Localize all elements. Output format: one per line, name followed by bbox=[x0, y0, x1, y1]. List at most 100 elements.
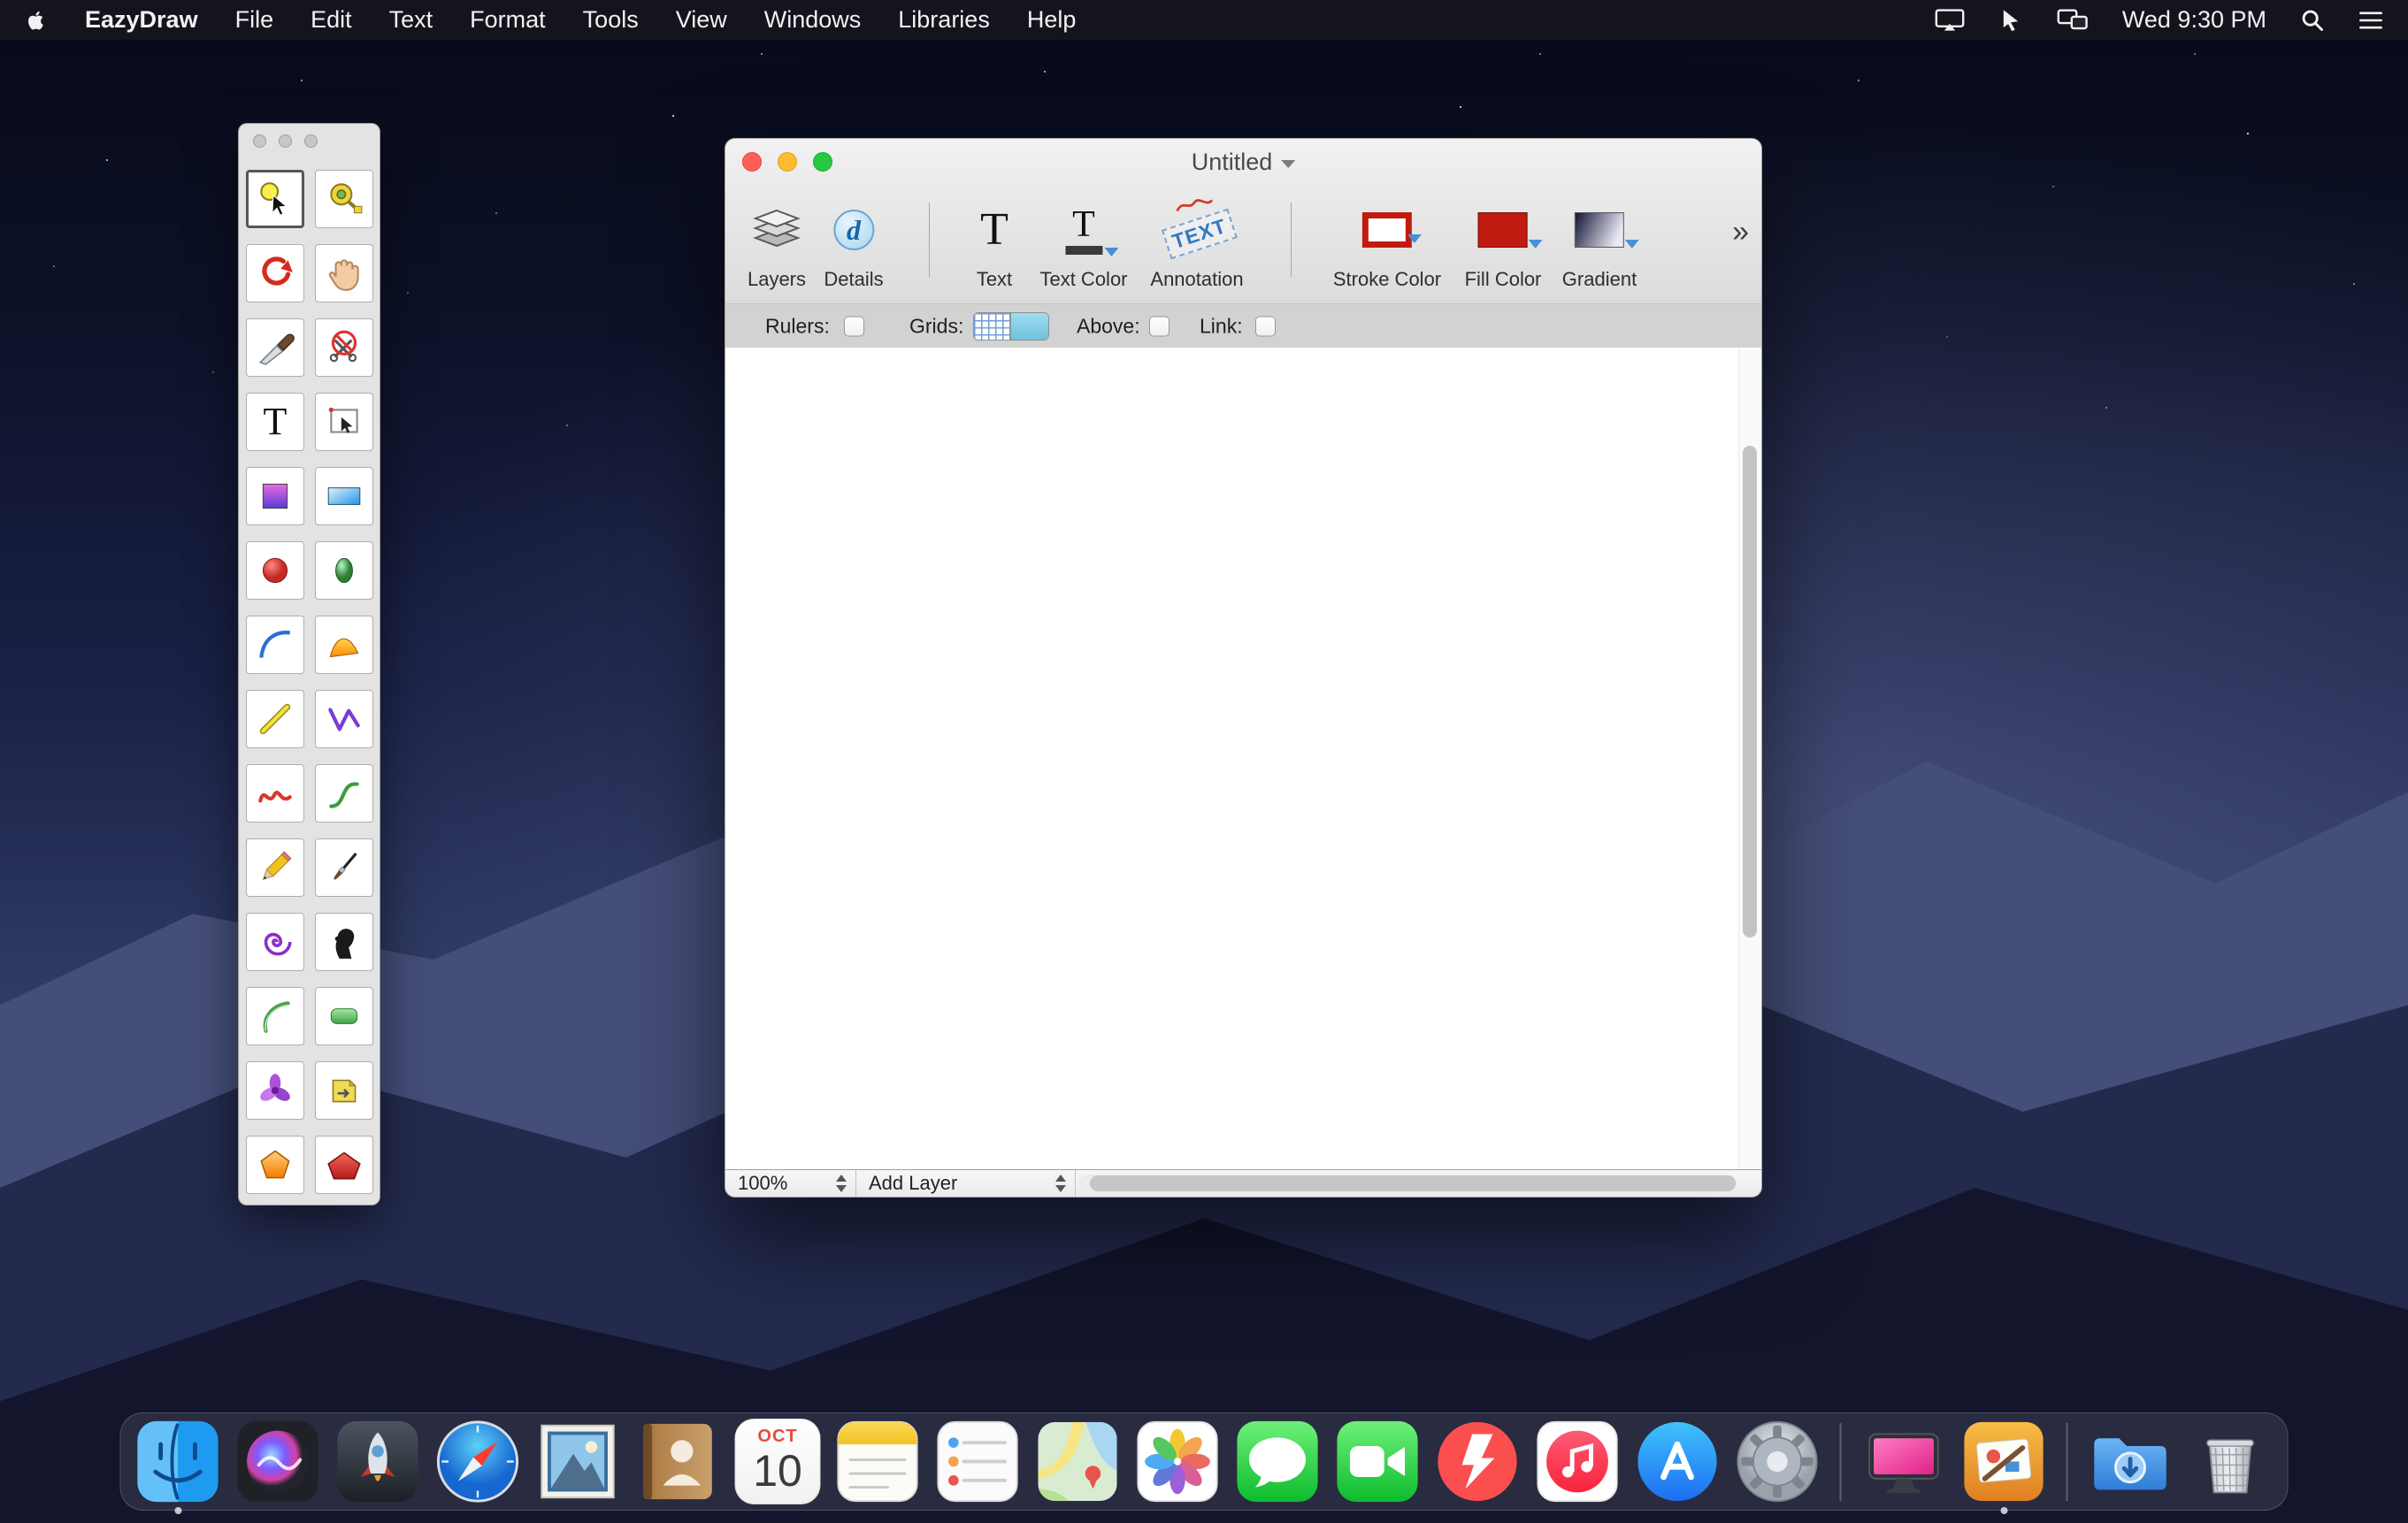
tool-arc[interactable] bbox=[246, 616, 304, 674]
menu-app-name[interactable]: EazyDraw bbox=[85, 6, 198, 34]
drawing-canvas[interactable] bbox=[725, 348, 1738, 1169]
menu-text[interactable]: Text bbox=[389, 6, 433, 34]
tool-line[interactable] bbox=[246, 690, 304, 748]
tool-ellipse[interactable] bbox=[315, 541, 373, 600]
tool-brush[interactable] bbox=[315, 838, 373, 897]
toolbar-overflow-button[interactable]: » bbox=[1732, 215, 1749, 249]
fill-color-chevron-icon[interactable] bbox=[1529, 240, 1543, 249]
palette-close-button[interactable] bbox=[253, 134, 266, 148]
menu-view[interactable]: View bbox=[676, 6, 727, 34]
fill-color-well[interactable] bbox=[1478, 212, 1528, 248]
apple-menu-icon[interactable] bbox=[25, 7, 48, 34]
close-button[interactable] bbox=[742, 152, 762, 172]
safari-dock-icon[interactable] bbox=[435, 1419, 521, 1504]
tool-square[interactable] bbox=[246, 467, 304, 525]
menu-file[interactable]: File bbox=[235, 6, 274, 34]
rulers-checkbox[interactable] bbox=[844, 316, 864, 336]
zoom-control[interactable]: 100% bbox=[725, 1170, 856, 1197]
tool-curve[interactable] bbox=[315, 764, 373, 823]
minimize-button[interactable] bbox=[778, 152, 797, 172]
facetime-dock-icon[interactable] bbox=[1335, 1419, 1421, 1504]
zoom-stepper[interactable] bbox=[836, 1175, 847, 1192]
tool-rotate[interactable] bbox=[246, 244, 304, 302]
vertical-scrollbar[interactable] bbox=[1738, 348, 1761, 1169]
reminders-dock-icon[interactable] bbox=[935, 1419, 1021, 1504]
screen-mirroring-icon[interactable] bbox=[1935, 8, 1965, 32]
fill-color-button[interactable]: Fill Color bbox=[1465, 192, 1542, 291]
tool-polygon[interactable] bbox=[315, 1136, 373, 1194]
music-dock-icon[interactable] bbox=[1535, 1419, 1621, 1504]
finder-dock-icon[interactable] bbox=[135, 1419, 221, 1504]
palette-minimize-button[interactable] bbox=[279, 134, 292, 148]
menu-help[interactable]: Help bbox=[1027, 6, 1077, 34]
maps-dock-icon[interactable] bbox=[1035, 1419, 1121, 1504]
gradient-chevron-icon[interactable] bbox=[1625, 240, 1639, 249]
display-dock-icon[interactable] bbox=[1861, 1419, 1947, 1504]
tool-pinwheel[interactable] bbox=[246, 1061, 304, 1120]
gradient-well[interactable] bbox=[1575, 212, 1624, 248]
app-store-dock-icon[interactable] bbox=[1635, 1419, 1721, 1504]
gradient-button[interactable]: Gradient bbox=[1562, 192, 1637, 291]
tool-select[interactable] bbox=[246, 170, 304, 228]
menu-format[interactable]: Format bbox=[470, 6, 546, 34]
news-dock-icon[interactable] bbox=[1435, 1419, 1521, 1504]
messages-dock-icon[interactable] bbox=[1235, 1419, 1321, 1504]
trash-dock-icon[interactable] bbox=[2188, 1419, 2274, 1504]
launchpad-dock-icon[interactable] bbox=[335, 1419, 421, 1504]
pointer-status-icon[interactable] bbox=[1998, 8, 2023, 33]
stroke-color-chevron-icon[interactable] bbox=[1407, 234, 1422, 243]
fullscreen-button[interactable] bbox=[813, 152, 832, 172]
tool-spiral[interactable] bbox=[246, 913, 304, 971]
menubar-clock[interactable]: Wed 9:30 PM bbox=[2122, 6, 2266, 34]
horizontal-scrollbar-thumb[interactable] bbox=[1090, 1175, 1736, 1191]
tool-pan[interactable] bbox=[315, 244, 373, 302]
details-button[interactable]: d Details bbox=[824, 192, 883, 291]
palette-zoom-button[interactable] bbox=[304, 134, 318, 148]
palette-titlebar[interactable] bbox=[253, 134, 318, 148]
tool-wedge[interactable] bbox=[315, 616, 373, 674]
tool-fold-arrow[interactable] bbox=[315, 1061, 373, 1120]
calendar-dock-icon[interactable]: OCT 10 bbox=[735, 1419, 821, 1504]
photos-dock-icon[interactable] bbox=[1135, 1419, 1221, 1504]
menu-tools[interactable]: Tools bbox=[583, 6, 639, 34]
tool-knife[interactable] bbox=[246, 318, 304, 377]
tool-silhouette[interactable] bbox=[315, 913, 373, 971]
add-layer-control[interactable]: Add Layer bbox=[856, 1170, 1076, 1197]
contacts-dock-icon[interactable] bbox=[635, 1419, 721, 1504]
horizontal-scrollbar[interactable] bbox=[1079, 1175, 1737, 1192]
downloads-dock-icon[interactable] bbox=[2088, 1419, 2174, 1504]
menu-libraries[interactable]: Libraries bbox=[898, 6, 990, 34]
add-layer-stepper[interactable] bbox=[1055, 1175, 1066, 1192]
text-color-button[interactable]: T Text Color bbox=[1039, 192, 1127, 291]
menu-edit[interactable]: Edit bbox=[311, 6, 352, 34]
window-title[interactable]: Untitled bbox=[1192, 149, 1296, 176]
text-button[interactable]: T Text bbox=[977, 192, 1012, 291]
notification-center-icon[interactable] bbox=[2358, 10, 2383, 31]
grid-color-button[interactable] bbox=[1011, 313, 1048, 340]
system-preferences-dock-icon[interactable] bbox=[1735, 1419, 1821, 1504]
link-checkbox[interactable] bbox=[1255, 316, 1276, 336]
stroke-color-well[interactable] bbox=[1362, 212, 1412, 248]
tool-pentagon[interactable] bbox=[246, 1136, 304, 1194]
layers-button[interactable]: Layers bbox=[748, 192, 806, 291]
grid-pattern-button[interactable] bbox=[974, 313, 1011, 340]
menu-windows[interactable]: Windows bbox=[764, 6, 862, 34]
tool-rounded-rectangle[interactable] bbox=[315, 987, 373, 1045]
displays-status-icon[interactable] bbox=[2057, 8, 2089, 32]
tool-circle[interactable] bbox=[246, 541, 304, 600]
vertical-scrollbar-thumb[interactable] bbox=[1743, 446, 1757, 938]
above-checkbox[interactable] bbox=[1149, 316, 1169, 336]
siri-dock-icon[interactable] bbox=[235, 1419, 321, 1504]
window-titlebar[interactable]: Untitled bbox=[725, 139, 1761, 185]
mail-dock-icon[interactable] bbox=[535, 1419, 621, 1504]
tool-polyline[interactable] bbox=[315, 690, 373, 748]
tool-detach[interactable] bbox=[315, 318, 373, 377]
tool-text-box[interactable] bbox=[315, 393, 373, 451]
tool-freehand[interactable] bbox=[246, 764, 304, 823]
tool-text[interactable]: T bbox=[246, 393, 304, 451]
spotlight-icon[interactable] bbox=[2300, 8, 2325, 33]
tool-bezier[interactable] bbox=[246, 987, 304, 1045]
eazydraw-dock-icon[interactable] bbox=[1961, 1419, 2047, 1504]
tool-rectangle[interactable] bbox=[315, 467, 373, 525]
tool-scale[interactable] bbox=[315, 170, 373, 228]
